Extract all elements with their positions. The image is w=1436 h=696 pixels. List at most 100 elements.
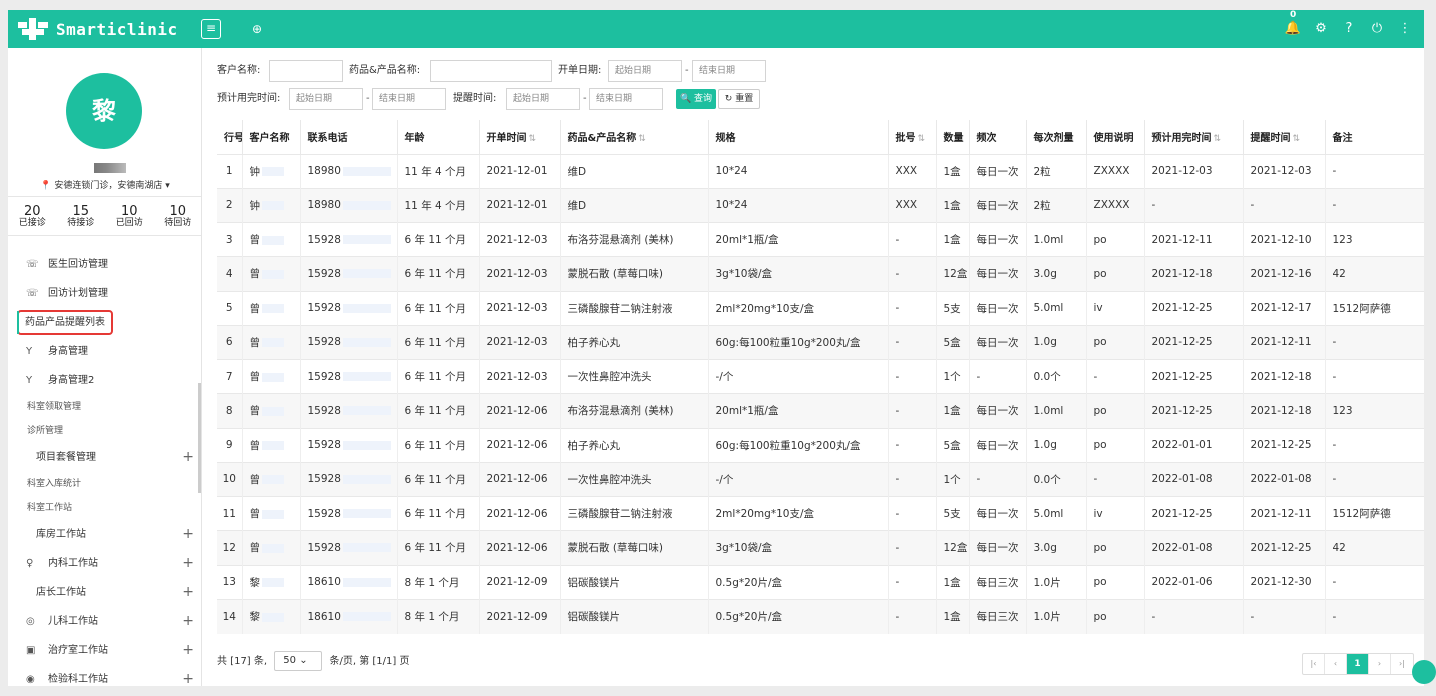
gear-icon[interactable]: ⚙ (1312, 17, 1330, 41)
redaction-mask (262, 475, 284, 485)
cell-value: 2022-01-08 (1250, 473, 1312, 486)
menu-toggle-button[interactable]: ≡ (201, 19, 221, 39)
remind-start-input[interactable]: 起始日期 (506, 88, 580, 110)
sidebar-item[interactable]: ◎ 儿科工作站 + (8, 607, 201, 636)
table-row[interactable]: 9 曾 15928 6 年 11 个月 2021-12-06 柏子养心丸 60g:每100粒… (217, 427, 1424, 463)
table-cell: 123 (1325, 221, 1424, 257)
sidebar-item[interactable]: 科室工作站 (8, 496, 201, 520)
order-date-start-input[interactable]: 起始日期 (608, 60, 682, 82)
sort-icon[interactable]: ⇅ (1214, 134, 1222, 144)
sort-icon[interactable]: ⇅ (529, 134, 537, 144)
remind-end-input[interactable]: 结束日期 (589, 88, 663, 110)
expand-plus-icon[interactable]: + (182, 578, 194, 607)
stat-waiting[interactable]: 15 待接诊 (57, 197, 106, 235)
sidebar-item[interactable]: 诊所管理 (8, 419, 201, 443)
stat-to-visit[interactable]: 10 待回访 (154, 197, 202, 235)
table-row[interactable]: 6 曾 15928 6 年 11 个月 2021-12-03 柏子养心丸 60g:每100粒… (217, 324, 1424, 360)
sidebar-item[interactable]: ☏ 回访计划管理 (8, 279, 201, 308)
table-cell: 2021-12-03 (479, 290, 561, 326)
sidebar-item[interactable]: 项目套餐管理 + (8, 443, 201, 472)
table-row[interactable]: 2 钟 18980 11 年 4 个月 2021-12-01 维D 10*24 XXX 1盒 每日… (217, 187, 1424, 223)
column-header-label: 药品&产品名称 (567, 133, 637, 145)
drug-name-input[interactable] (430, 60, 552, 82)
table-row[interactable]: 13 黎 18610 8 年 1 个月 2021-12-09 铝碳酸镁片 0.5g*20片/… (217, 564, 1424, 600)
help-icon[interactable]: ? (1340, 17, 1358, 41)
table-row[interactable]: 3 曾 15928 6 年 11 个月 2021-12-03 布洛芬混悬滴剂 (美林) 20… (217, 221, 1424, 257)
add-tab-icon[interactable]: ⊕ (249, 19, 265, 39)
table-cell: 6 年 11 个月 (397, 221, 480, 257)
table-row[interactable]: 12 曾 15928 6 年 11 个月 2021-12-06 蒙脱石散 (草莓口味) 3g… (217, 530, 1424, 565)
table-cell: iv (1086, 495, 1145, 531)
table-row[interactable]: 8 曾 15928 6 年 11 个月 2021-12-06 布洛芬混悬滴剂 (美林) 20… (217, 393, 1424, 428)
table-row[interactable]: 7 曾 15928 6 年 11 个月 2021-12-03 一次性鼻腔冲洗头 -/个 - 1个… (217, 358, 1424, 394)
power-icon[interactable]: ⏻ (1368, 17, 1386, 41)
cell-value: 三磷酸腺苷二钠注射液 (567, 302, 673, 315)
reset-button[interactable]: ↻ 重置 (718, 89, 760, 109)
table-cell: 15928 (300, 495, 398, 531)
expand-plus-icon[interactable]: + (182, 636, 194, 665)
sidebar-item[interactable]: 药品产品提醒列表 (8, 308, 201, 337)
sidebar-item[interactable]: 科室入库统计 (8, 472, 201, 496)
sidebar-item[interactable]: ☏ 医生回访管理 (8, 250, 201, 279)
search-button[interactable]: 🔍 查询 (676, 89, 716, 109)
floating-action-button[interactable] (1412, 660, 1436, 684)
table-row[interactable]: 14 黎 18610 8 年 1 个月 2021-12-09 铝碳酸镁片 0.5g*20片/… (217, 598, 1424, 634)
column-header[interactable]: 预计用完时间 ⇅ (1144, 120, 1244, 154)
expand-plus-icon[interactable]: + (182, 607, 194, 636)
avatar[interactable]: 黎 (66, 73, 142, 149)
cell-value: 2022-01-08 (1151, 473, 1213, 486)
sort-icon[interactable]: ⇅ (918, 134, 926, 144)
stat-received[interactable]: 20 已接诊 (8, 197, 57, 235)
table-row[interactable]: 5 曾 15928 6 年 11 个月 2021-12-03 三磷酸腺苷二钠注射液 2ml*… (217, 290, 1424, 326)
expand-plus-icon[interactable]: + (182, 549, 194, 578)
redaction-mask (262, 406, 284, 416)
sidebar-item[interactable]: ♀ 内科工作站 + (8, 549, 201, 578)
table-row[interactable]: 1 钟 18980 11 年 4 个月 2021-12-01 维D 10*24 XXX 1盒 每日… (217, 153, 1424, 189)
cell-value: 18980 (307, 199, 341, 212)
stats-bar: 20 已接诊 15 待接诊 10 已回访 10 待回访 (8, 196, 202, 236)
table-cell: 15928 (300, 530, 398, 565)
column-header[interactable]: 提醒时间 ⇅ (1243, 120, 1326, 154)
expected-end-start-input[interactable]: 起始日期 (289, 88, 363, 110)
table-row[interactable]: 11 曾 15928 6 年 11 个月 2021-12-06 三磷酸腺苷二钠注射液 2ml… (217, 495, 1424, 531)
sidebar-item[interactable]: ◉ 检验科工作站 + (8, 665, 201, 686)
expand-plus-icon[interactable]: + (182, 443, 194, 472)
last-page-button[interactable]: ›| (1391, 654, 1413, 674)
table-row[interactable]: 10 曾 15928 6 年 11 个月 2021-12-06 一次性鼻腔冲洗头 -/个 - 1… (217, 461, 1424, 497)
store-selector[interactable]: 📍 安德连锁门诊，安德南湖店 ▾ (8, 178, 201, 191)
table-cell: 6 年 11 个月 (397, 290, 480, 326)
expand-plus-icon[interactable]: + (182, 520, 194, 549)
sidebar-item[interactable]: ▣ 治疗室工作站 + (8, 636, 201, 665)
sidebar-item[interactable]: 科室领取管理 (8, 395, 201, 419)
table-cell: 2021-12-18 (1243, 393, 1326, 428)
more-icon[interactable]: ⋮ (1396, 17, 1414, 41)
cell-value: 3g*10袋/盒 (715, 268, 773, 281)
sort-icon[interactable]: ⇅ (1293, 134, 1301, 144)
sort-icon[interactable]: ⇅ (638, 134, 646, 144)
table-row[interactable]: 4 曾 15928 6 年 11 个月 2021-12-03 蒙脱石散 (草莓口味) 3g*… (217, 256, 1424, 291)
sidebar-item[interactable]: Y 身高管理2 (8, 366, 201, 395)
table-cell: 2021-12-25 (1144, 290, 1244, 326)
table-cell: 2021-12-03 (479, 358, 561, 394)
column-header[interactable]: 药品&产品名称 ⇅ (560, 120, 709, 154)
stat-visited[interactable]: 10 已回访 (105, 197, 154, 235)
first-page-button[interactable]: |‹ (1303, 654, 1325, 674)
order-date-end-input[interactable]: 结束日期 (692, 60, 766, 82)
column-header: 联系电话 (300, 120, 398, 154)
next-page-button[interactable]: › (1369, 654, 1391, 674)
expand-plus-icon[interactable]: + (182, 665, 194, 686)
prev-page-button[interactable]: ‹ (1325, 654, 1347, 674)
current-page-button[interactable]: 1 (1347, 654, 1369, 674)
sidebar-item[interactable]: 库房工作站 + (8, 520, 201, 549)
expected-end-end-input[interactable]: 结束日期 (372, 88, 446, 110)
column-header[interactable]: 开单时间 ⇅ (479, 120, 561, 154)
page-size-select[interactable]: 50 ⌄ (274, 651, 323, 671)
sidebar-scrollbar[interactable] (198, 383, 201, 493)
notification-bell-icon[interactable]: 🔔 0 (1284, 10, 1302, 41)
table-cell: 曾 (242, 495, 301, 531)
customer-name-input[interactable] (269, 60, 343, 82)
sidebar-item[interactable]: 店长工作站 + (8, 578, 201, 607)
column-header[interactable]: 批号 ⇅ (888, 120, 937, 154)
table-cell: 15928 (300, 221, 398, 257)
sidebar-item[interactable]: Y 身高管理 (8, 337, 201, 366)
